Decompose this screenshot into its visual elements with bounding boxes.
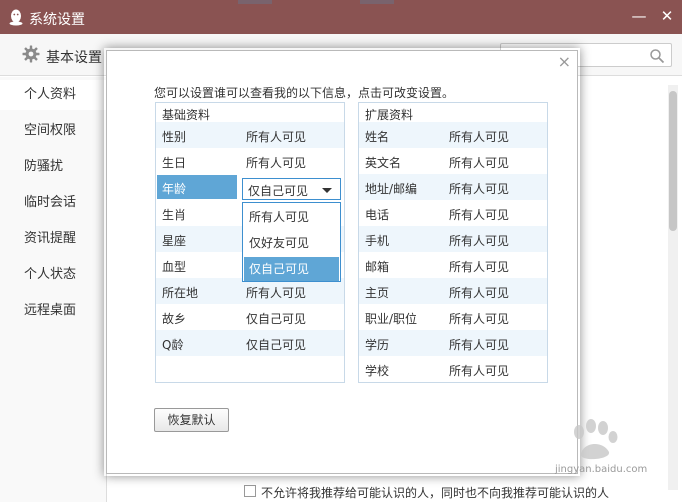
gear-icon xyxy=(22,45,40,63)
age-visibility-dropdown: 所有人可见 仅好友可见 仅自己可见 xyxy=(242,202,341,282)
background-strip xyxy=(238,0,272,4)
privacy-settings-dialog: × 您可以设置谁可以查看我的以下信息，点击可改变设置。 基础资料 性别 所有人可… xyxy=(106,50,578,474)
panel-title: 扩展资料 xyxy=(365,108,414,122)
row-key: 性别 xyxy=(162,130,187,144)
chevron-down-icon[interactable] xyxy=(322,188,332,193)
extended-row[interactable]: 电话 所有人可见 xyxy=(359,200,547,226)
row-key: 邮箱 xyxy=(365,260,390,274)
sidebar-item-status[interactable]: 个人状态 xyxy=(0,260,107,290)
no-recommend-label: 不允许将我推荐给可能认识的人，同时也不向我推荐可能认识的人 xyxy=(261,486,610,500)
row-key: 学历 xyxy=(365,338,390,352)
extended-row[interactable]: 姓名 所有人可见 xyxy=(359,122,547,148)
basic-row[interactable]: 故乡 仅自己可见 xyxy=(156,304,344,330)
window-titlebar: 系统设置 — ✕ xyxy=(0,0,682,34)
basic-row[interactable]: 性别 所有人可见 xyxy=(156,122,344,148)
row-value[interactable]: 所有人可见 xyxy=(449,232,509,249)
row-value[interactable]: 所有人可见 xyxy=(449,336,509,353)
close-window-button[interactable]: ✕ xyxy=(656,6,678,26)
row-value[interactable]: 所有人可见 xyxy=(449,128,509,145)
row-value[interactable]: 仅自己可见 xyxy=(246,336,306,353)
row-value[interactable]: 所有人可见 xyxy=(449,362,509,379)
qq-penguin-icon xyxy=(9,9,23,26)
row-value[interactable]: 所有人可见 xyxy=(449,284,509,301)
row-value[interactable]: 所有人可见 xyxy=(449,206,509,223)
panel-title: 基础资料 xyxy=(162,108,211,122)
row-key: 学校 xyxy=(365,364,390,378)
sidebar-item-temp-session[interactable]: 临时会话 xyxy=(0,188,107,218)
search-icon[interactable] xyxy=(649,48,665,64)
extended-row[interactable]: 邮箱 所有人可见 xyxy=(359,252,547,278)
row-key: 地址/邮编 xyxy=(365,182,418,196)
extended-row[interactable]: 手机 所有人可见 xyxy=(359,226,547,252)
basic-row[interactable]: 生日 所有人可见 xyxy=(156,148,344,174)
no-recommend-checkbox[interactable] xyxy=(244,485,256,497)
row-value[interactable]: 所有人可见 xyxy=(246,284,306,301)
sidebar-item-news-reminder[interactable]: 资讯提醒 xyxy=(0,224,107,254)
row-key: 故乡 xyxy=(162,312,187,326)
dropdown-option-everyone[interactable]: 所有人可见 xyxy=(244,205,339,229)
sidebar: 个人资料 空间权限 防骚扰 临时会话 资讯提醒 个人状态 远程桌面 xyxy=(0,77,107,502)
row-key: 主页 xyxy=(365,286,390,300)
row-value[interactable]: 所有人可见 xyxy=(449,310,509,327)
row-key: 英文名 xyxy=(365,156,402,170)
row-key: 生肖 xyxy=(162,208,187,222)
restore-default-button[interactable]: 恢复默认 xyxy=(154,408,229,432)
extended-row[interactable]: 主页 所有人可见 xyxy=(359,278,547,304)
sidebar-item-profile[interactable]: 个人资料 xyxy=(0,80,107,110)
row-key: 姓名 xyxy=(365,130,390,144)
row-key: 星座 xyxy=(162,234,187,248)
minimize-button[interactable]: — xyxy=(628,6,650,26)
extended-row[interactable]: 学历 所有人可见 xyxy=(359,330,547,356)
row-key: 血型 xyxy=(162,260,187,274)
baidu-watermark: jingyan.baidu.com xyxy=(525,418,675,478)
row-value[interactable]: 所有人可见 xyxy=(449,180,509,197)
row-key: 生日 xyxy=(162,156,187,170)
dialog-close-button[interactable]: × xyxy=(558,52,571,71)
dropdown-option-self[interactable]: 仅自己可见 xyxy=(244,257,339,281)
extended-row[interactable]: 地址/邮编 所有人可见 xyxy=(359,174,547,200)
window-title: 系统设置 xyxy=(29,12,85,28)
dropdown-option-friends[interactable]: 仅好友可见 xyxy=(244,231,339,255)
row-value[interactable]: 仅自己可见 xyxy=(246,310,306,327)
row-key: 电话 xyxy=(365,208,390,222)
extended-row[interactable]: 学校 所有人可见 xyxy=(359,356,547,382)
sidebar-item-space-permission[interactable]: 空间权限 xyxy=(0,116,107,146)
row-value[interactable]: 所有人可见 xyxy=(246,154,306,171)
extended-row[interactable]: 英文名 所有人可见 xyxy=(359,148,547,174)
row-value[interactable]: 所有人可见 xyxy=(246,128,306,145)
page-heading: 基本设置 xyxy=(46,50,102,66)
row-key: 手机 xyxy=(365,234,390,248)
row-key: Q龄 xyxy=(162,338,184,352)
row-value[interactable]: 所有人可见 xyxy=(449,258,509,275)
row-key: 年龄 xyxy=(162,182,187,196)
age-visibility-select[interactable]: 仅自己可见 xyxy=(242,178,341,200)
extended-info-panel: 扩展资料 姓名 所有人可见 英文名 所有人可见 地址/邮编 所有人可见 电话 所… xyxy=(358,102,548,383)
row-value[interactable]: 所有人可见 xyxy=(449,154,509,171)
paw-logo-icon xyxy=(574,419,618,460)
sidebar-item-anti-harassment[interactable]: 防骚扰 xyxy=(0,152,107,182)
row-key: 所在地 xyxy=(162,286,199,300)
select-value: 仅自己可见 xyxy=(248,184,309,198)
background-strip xyxy=(360,0,394,4)
extended-row[interactable]: 职业/职位 所有人可见 xyxy=(359,304,547,330)
basic-row[interactable]: Q龄 仅自己可见 xyxy=(156,330,344,356)
row-key: 职业/职位 xyxy=(365,312,418,326)
watermark-text: jingyan.baidu.com xyxy=(555,464,648,475)
sidebar-item-remote-desktop[interactable]: 远程桌面 xyxy=(0,296,107,326)
dialog-hint: 您可以设置谁可以查看我的以下信息，点击可改变设置。 xyxy=(154,86,455,100)
scrollbar-thumb[interactable] xyxy=(669,91,677,231)
